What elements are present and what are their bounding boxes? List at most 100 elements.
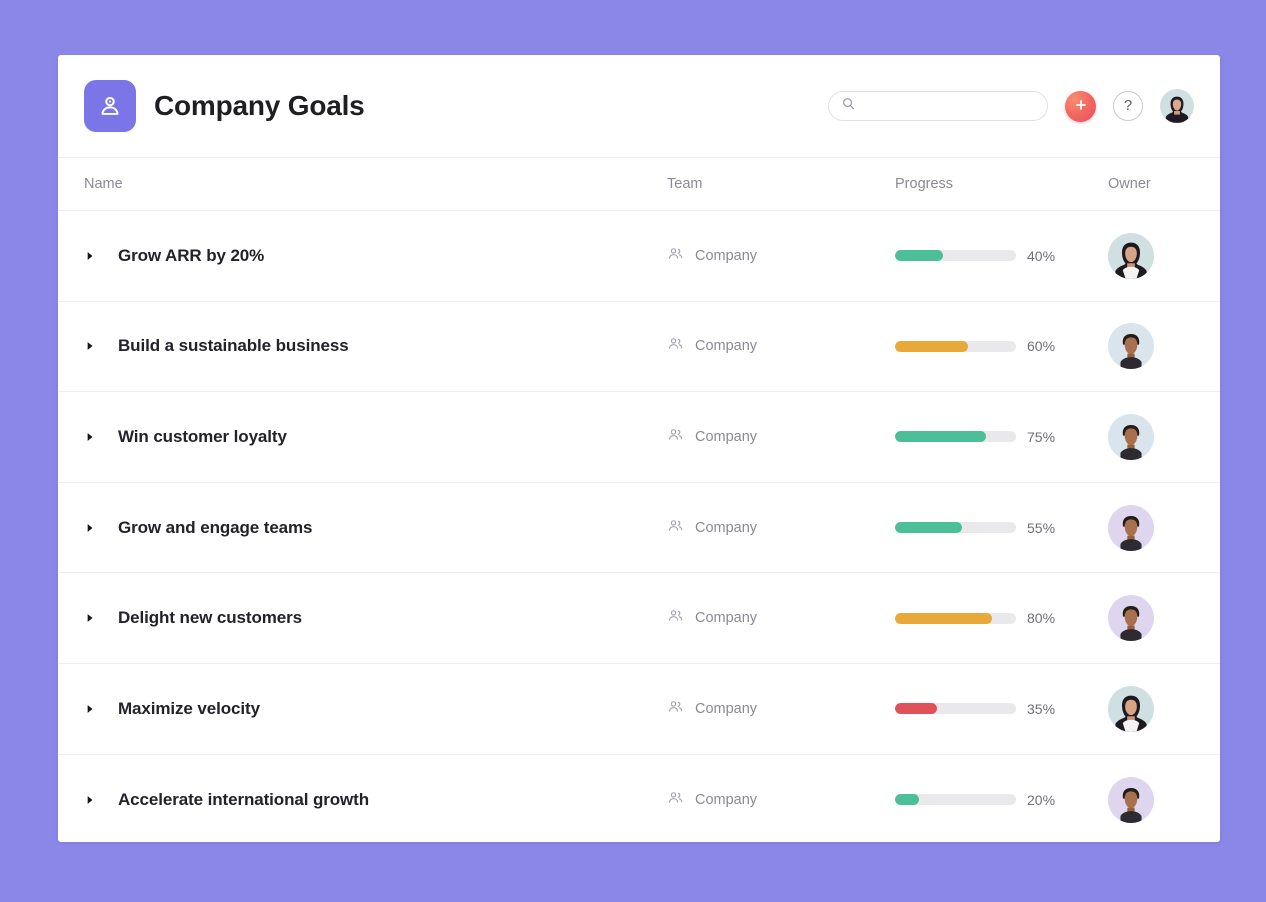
triangle-right-icon[interactable]: [84, 703, 96, 715]
goal-person-icon: [84, 80, 136, 132]
app-header: Company Goals ?: [58, 55, 1220, 158]
table-row[interactable]: Win customer loyalty Company 75%: [58, 392, 1220, 483]
people-icon: [667, 426, 684, 448]
triangle-right-icon[interactable]: [84, 794, 96, 806]
triangle-right-icon[interactable]: [84, 340, 96, 352]
people-icon: [667, 698, 684, 720]
goal-team-cell: Company: [667, 698, 895, 720]
owner-avatar[interactable]: [1108, 413, 1154, 460]
table-row[interactable]: Grow and engage teams Company 55%: [58, 483, 1220, 574]
progress-bar: [895, 612, 1016, 624]
owner-avatar[interactable]: [1108, 323, 1154, 370]
progress-percent-label: 80%: [1027, 610, 1056, 627]
table-row[interactable]: Maximize velocity Company 35%: [58, 664, 1220, 755]
progress-percent-label: 35%: [1027, 700, 1056, 717]
progress-bar-fill: [895, 794, 920, 806]
add-goal-button[interactable]: [1065, 90, 1096, 122]
table-row[interactable]: Grow ARR by 20% Company 40%: [58, 211, 1220, 302]
goal-owner-cell: [1108, 323, 1194, 370]
goal-team-cell: Company: [667, 517, 895, 539]
goal-name-cell: Maximize velocity: [84, 699, 667, 719]
people-icon: [667, 335, 684, 357]
goal-team-label: Company: [695, 700, 758, 717]
progress-bar: [895, 340, 1016, 352]
owner-avatar[interactable]: [1108, 595, 1154, 642]
goal-team-label: Company: [695, 519, 758, 536]
column-header-name: Name: [84, 176, 123, 192]
goal-name-label: Grow ARR by 20%: [118, 245, 265, 265]
goal-team-cell: Company: [667, 426, 895, 448]
goal-name-cell: Build a sustainable business: [84, 336, 667, 356]
goal-name-label: Grow and engage teams: [118, 517, 313, 537]
progress-bar: [895, 431, 1016, 443]
progress-bar: [895, 522, 1016, 534]
goal-owner-cell: [1108, 776, 1194, 823]
goal-team-label: Company: [695, 338, 758, 355]
table-header-row: Name Team Progress Owner: [58, 158, 1220, 211]
goals-list: Grow ARR by 20% Company 40% Build a sust…: [58, 211, 1220, 842]
avatar-image: [1108, 232, 1154, 279]
owner-avatar[interactable]: [1108, 685, 1154, 732]
goal-name-label: Build a sustainable business: [118, 336, 349, 356]
progress-bar-fill: [895, 340, 968, 352]
avatar-image: [1108, 776, 1154, 823]
progress-bar-fill: [895, 703, 938, 715]
progress-bar: [895, 703, 1016, 715]
search-input[interactable]: [864, 98, 1040, 114]
progress-bar: [895, 794, 1016, 806]
column-header-progress: Progress: [895, 176, 954, 192]
screen: Company Goals ? Name Team Progress Owner…: [0, 0, 1266, 902]
goal-team-label: Company: [695, 791, 758, 808]
people-icon: [667, 789, 684, 811]
table-row[interactable]: Delight new customers Company 80%: [58, 573, 1220, 664]
goal-owner-cell: [1108, 232, 1194, 279]
search-icon: [841, 96, 856, 116]
avatar-image: [1108, 685, 1154, 732]
owner-avatar[interactable]: [1108, 776, 1154, 823]
table-row[interactable]: Accelerate international growth Company …: [58, 755, 1220, 842]
progress-percent-label: 20%: [1027, 791, 1056, 808]
goal-progress-cell: 75%: [895, 429, 1108, 445]
goal-name-label: Delight new customers: [118, 608, 302, 628]
goal-name-cell: Accelerate international growth: [84, 790, 667, 810]
goal-team-label: Company: [695, 247, 758, 264]
search-box[interactable]: [828, 91, 1048, 121]
avatar[interactable]: [1160, 89, 1194, 123]
goal-progress-cell: 35%: [895, 701, 1108, 717]
goal-name-cell: Grow and engage teams: [84, 518, 667, 538]
avatar-image: [1108, 413, 1154, 460]
goal-team-label: Company: [695, 610, 758, 627]
triangle-right-icon[interactable]: [84, 612, 96, 624]
goal-owner-cell: [1108, 685, 1194, 732]
avatar-image: [1108, 323, 1154, 370]
progress-percent-label: 40%: [1027, 247, 1056, 264]
progress-bar-fill: [895, 522, 962, 534]
goal-team-cell: Company: [667, 245, 895, 267]
goal-owner-cell: [1108, 413, 1194, 460]
goal-name-label: Win customer loyalty: [118, 426, 287, 446]
column-header-team: Team: [667, 176, 703, 192]
triangle-right-icon[interactable]: [84, 522, 96, 534]
progress-bar-fill: [895, 612, 992, 624]
owner-avatar[interactable]: [1108, 504, 1154, 551]
progress-bar: [895, 250, 1016, 262]
triangle-right-icon[interactable]: [84, 431, 96, 443]
goal-team-cell: Company: [667, 607, 895, 629]
avatar-image: [1108, 595, 1154, 642]
owner-avatar[interactable]: [1108, 232, 1154, 279]
header-tools: ?: [828, 89, 1194, 123]
people-icon: [667, 517, 684, 539]
triangle-right-icon[interactable]: [84, 250, 96, 262]
help-button[interactable]: ?: [1113, 91, 1143, 121]
goal-name-label: Maximize velocity: [118, 698, 260, 718]
goal-team-cell: Company: [667, 335, 895, 357]
goal-progress-cell: 60%: [895, 338, 1108, 354]
goal-name-cell: Win customer loyalty: [84, 427, 667, 447]
goal-owner-cell: [1108, 595, 1194, 642]
avatar-image: [1108, 504, 1154, 551]
goals-card: Company Goals ? Name Team Progress Owner…: [58, 55, 1220, 842]
table-row[interactable]: Build a sustainable business Company 60%: [58, 302, 1220, 393]
progress-percent-label: 75%: [1027, 428, 1056, 445]
question-mark-icon: ?: [1123, 97, 1133, 114]
goal-name-cell: Delight new customers: [84, 608, 667, 628]
